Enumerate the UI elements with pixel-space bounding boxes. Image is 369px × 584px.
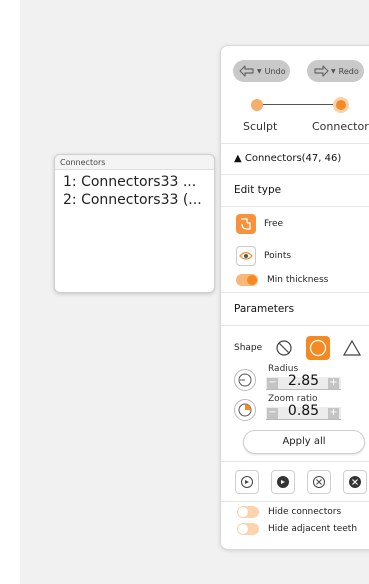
divider [221, 206, 369, 207]
redo-dropdown-icon: ▼ [331, 67, 336, 75]
step-connectors-dot[interactable] [333, 97, 349, 113]
rotate-icon[interactable] [235, 470, 259, 494]
left-edge-strip [0, 0, 20, 584]
points-label: Points [264, 251, 292, 261]
redo-label: Redo [338, 66, 359, 76]
radius-row: Radius − + 2.85 [234, 364, 344, 394]
edit-type-points[interactable]: Points [236, 246, 291, 266]
tools-row [235, 470, 369, 494]
connectors-list-title: Connectors [55, 155, 214, 170]
circle-shape-icon[interactable] [306, 336, 331, 360]
no-shape-icon[interactable] [272, 336, 296, 360]
list-item[interactable]: 1: Connectors33 ... [55, 173, 214, 191]
hide-adjacent-teeth-toggle[interactable] [237, 523, 259, 535]
rotate-filled-icon[interactable] [271, 470, 295, 494]
undo-button[interactable]: ▼ Undo [233, 60, 290, 82]
step-connectors-label: Connectors [312, 120, 369, 133]
connectors-header[interactable]: ▲ Connectors(47, 46) [234, 153, 341, 164]
redo-icon [314, 65, 329, 77]
min-thickness-toggle[interactable] [236, 274, 258, 286]
delete-icon[interactable] [343, 470, 367, 494]
divider [221, 143, 369, 144]
free-label: Free [264, 219, 284, 229]
edit-type-free[interactable]: Free [236, 214, 283, 234]
radius-control: Radius − + 2.85 [266, 364, 344, 394]
divider [221, 174, 369, 175]
divider [221, 461, 369, 462]
free-draw-icon[interactable] [236, 214, 256, 234]
points-icon[interactable] [236, 246, 256, 266]
zoom-ratio-value[interactable]: 0.85 [266, 403, 341, 419]
step-connector-line [259, 104, 341, 105]
radius-icon [234, 369, 256, 391]
zoom-ratio-icon [234, 399, 256, 421]
undo-icon [239, 65, 254, 77]
list-item[interactable]: 2: Connectors33 (... [55, 191, 214, 209]
step-sculpt-dot[interactable] [251, 99, 263, 111]
workflow-steps: Sculpt Connectors [221, 97, 369, 138]
connectors-list-window: Connectors 1: Connectors33 ... 2: Connec… [54, 154, 215, 293]
shape-label: Shape [234, 343, 263, 353]
hide-connectors-row[interactable]: Hide connectors [237, 506, 341, 518]
undo-dropdown-icon: ▼ [257, 67, 262, 75]
shape-selector: Shape [234, 336, 364, 360]
undo-label: Undo [264, 66, 286, 76]
connectors-list: 1: Connectors33 ... 2: Connectors33 (... [55, 170, 214, 209]
triangle-shape-icon[interactable] [340, 336, 364, 360]
hide-connectors-toggle[interactable] [237, 506, 259, 518]
zoom-ratio-row: Zoom ratio − + 0.85 [234, 394, 344, 424]
hide-adjacent-teeth-label: Hide adjacent teeth [268, 524, 358, 534]
step-sculpt-label: Sculpt [243, 120, 278, 133]
hide-connectors-label: Hide connectors [268, 507, 342, 517]
redo-button[interactable]: ▼ Redo [307, 60, 364, 82]
clear-icon[interactable] [307, 470, 331, 494]
radius-value[interactable]: 2.85 [266, 373, 341, 389]
min-thickness-label: Min thickness [267, 275, 329, 285]
min-thickness-row[interactable]: Min thickness [236, 274, 328, 286]
parameters-title: Parameters [234, 303, 295, 315]
connectors-panel: ▼ Undo ▼ Redo Sculpt Connectors ▲ Connec… [220, 45, 369, 550]
edit-type-title: Edit type [234, 184, 282, 196]
divider [221, 292, 369, 293]
zoom-ratio-control: Zoom ratio − + 0.85 [266, 394, 344, 424]
apply-all-button[interactable]: Apply all [243, 430, 365, 454]
hide-adjacent-teeth-row[interactable]: Hide adjacent teeth [237, 523, 357, 535]
divider [221, 501, 369, 502]
divider [221, 325, 369, 326]
